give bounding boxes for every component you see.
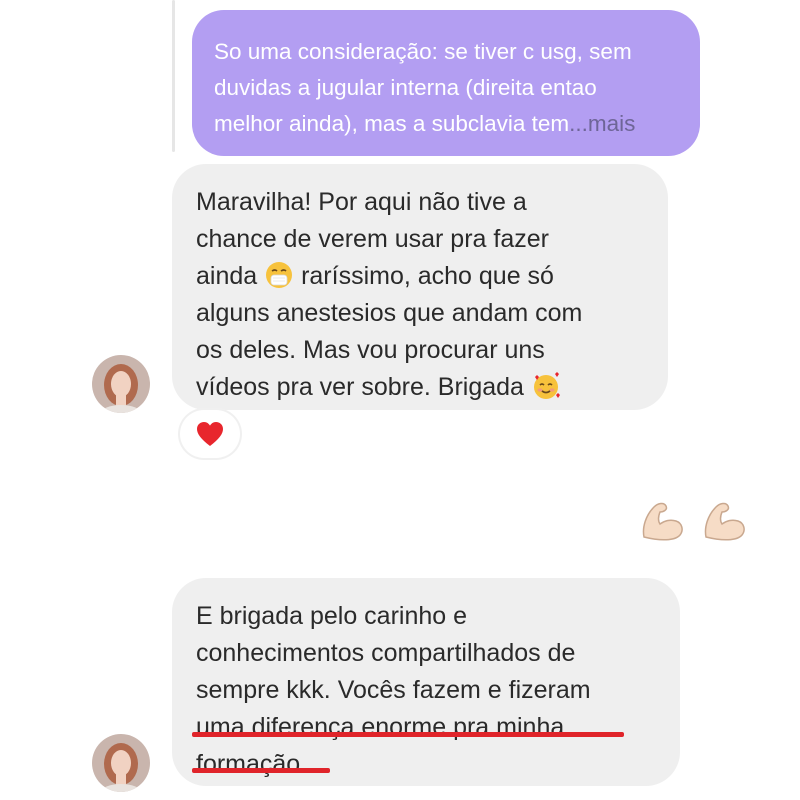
red-heart-icon: [197, 422, 223, 446]
sneezing-face-icon: [266, 262, 293, 288]
contact-avatar[interactable]: [92, 355, 150, 413]
reply-indicator-line: [172, 0, 175, 152]
quoted-message-bubble[interactable]: So uma consideração: se tiver c usg, sem…: [192, 10, 700, 156]
incoming-message-bubble[interactable]: E brigada pelo carinho e conhecimentos c…: [172, 578, 680, 786]
contact-avatar[interactable]: [92, 734, 150, 792]
red-underline-annotation: [192, 768, 330, 773]
message-reaction[interactable]: [180, 410, 240, 458]
flexed-biceps-icon[interactable]: [700, 497, 748, 545]
chat-screen: So uma consideração: se tiver c usg, sem…: [0, 0, 800, 800]
smiling-face-with-hearts-icon: [533, 372, 560, 399]
avatar-photo-icon: [92, 734, 150, 792]
red-underline-annotation: [192, 732, 624, 737]
incoming-message-bubble[interactable]: Maravilha! Por aqui não tive a chance de…: [172, 164, 668, 410]
message-text-part: E brigada pelo carinho e conhecimentos c…: [196, 602, 591, 704]
see-more-link[interactable]: ...mais: [569, 111, 635, 136]
avatar-photo-icon: [92, 355, 150, 413]
flexed-biceps-icon[interactable]: [638, 497, 686, 545]
